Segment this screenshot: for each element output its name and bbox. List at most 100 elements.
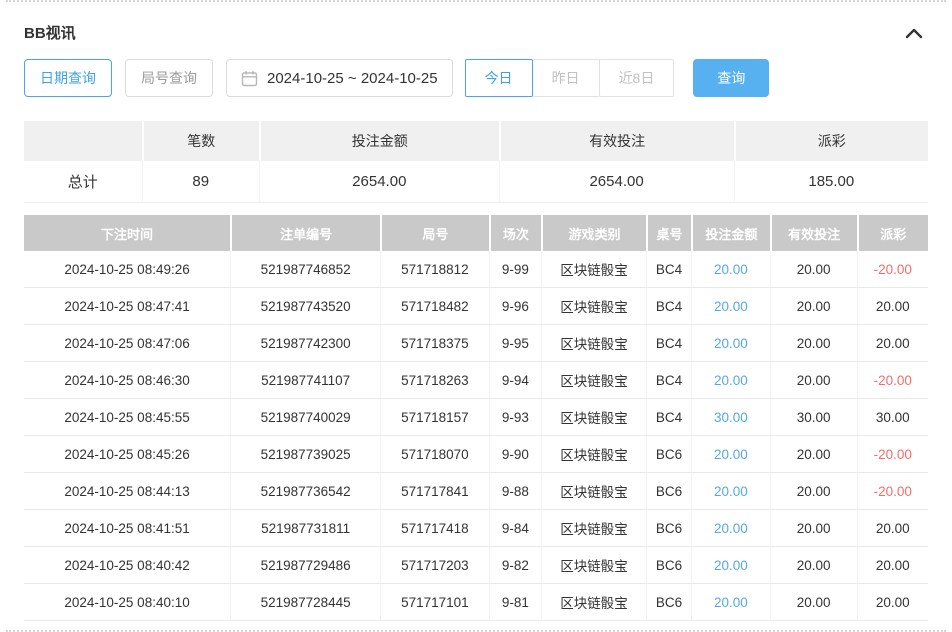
search-button[interactable]: 查询 — [693, 59, 769, 97]
cell-bet-time: 2024-10-25 08:45:26 — [24, 436, 230, 473]
quick-last8days-button[interactable]: 近8日 — [599, 59, 675, 97]
cell-game-type: 区块链骰宝 — [541, 362, 646, 399]
summary-total-payout: 185.00 — [734, 161, 928, 203]
header-order-no: 注单编号 — [230, 215, 380, 251]
betting-records-page: BB视讯 日期查询 局号查询 2024-10-25 ~ 2024-10-25 今… — [0, 0, 952, 632]
cell-game-type: 区块链骰宝 — [541, 473, 646, 510]
header-game-type: 游戏类别 — [541, 215, 646, 251]
cell-order-no: 521987739025 — [230, 436, 380, 473]
cell-bet-time: 2024-10-25 08:40:42 — [24, 547, 230, 584]
table-row: 2024-10-25 08:44:13 521987736542 5717178… — [24, 473, 928, 510]
cell-round-no: 571717203 — [380, 547, 488, 584]
cell-payout: -20.00 — [857, 436, 928, 473]
cell-bet-amount-link[interactable]: 20.00 — [691, 510, 770, 547]
cell-bet-time: 2024-10-25 08:47:41 — [24, 288, 230, 325]
cell-session: 9-99 — [489, 251, 541, 288]
cell-order-no: 521987736542 — [230, 473, 380, 510]
cell-payout: 30.00 — [857, 399, 928, 436]
collapse-chevron-up-icon[interactable] — [904, 26, 924, 40]
cell-bet-amount-link[interactable]: 20.00 — [691, 288, 770, 325]
cell-table-no: BC6 — [646, 584, 691, 621]
cell-bet-amount-link[interactable]: 30.00 — [691, 399, 770, 436]
cell-order-no: 521987740029 — [230, 399, 380, 436]
cell-bet-amount-link[interactable]: 20.00 — [691, 584, 770, 621]
cell-valid-bet: 20.00 — [770, 325, 857, 362]
cell-session: 9-94 — [489, 362, 541, 399]
records-table-body: 2024-10-25 08:49:26 521987746852 5717188… — [24, 251, 928, 621]
cell-order-no: 521987743520 — [230, 288, 380, 325]
cell-session: 9-88 — [489, 473, 541, 510]
records-header-row: 下注时间 注单编号 局号 场次 游戏类别 桌号 投注金额 有效投注 派彩 — [24, 215, 928, 251]
table-row: 2024-10-25 08:46:30 521987741107 5717182… — [24, 362, 928, 399]
cell-valid-bet: 20.00 — [770, 584, 857, 621]
cell-game-type: 区块链骰宝 — [541, 510, 646, 547]
cell-bet-amount-link[interactable]: 20.00 — [691, 473, 770, 510]
summary-header-blank — [24, 121, 142, 161]
round-query-tab[interactable]: 局号查询 — [125, 59, 213, 97]
header-bet-amount: 投注金额 — [691, 215, 770, 251]
table-row: 2024-10-25 08:40:42 521987729486 5717172… — [24, 547, 928, 584]
summary-header-payout: 派彩 — [734, 121, 928, 161]
cell-bet-amount-link[interactable]: 20.00 — [691, 251, 770, 288]
cell-round-no: 571717841 — [380, 473, 488, 510]
cell-table-no: BC6 — [646, 473, 691, 510]
cell-payout: 20.00 — [857, 547, 928, 584]
cell-bet-amount-link[interactable]: 20.00 — [691, 547, 770, 584]
table-row: 2024-10-25 08:45:26 521987739025 5717180… — [24, 436, 928, 473]
cell-payout: 20.00 — [857, 288, 928, 325]
cell-bet-time: 2024-10-25 08:46:30 — [24, 362, 230, 399]
table-row: 2024-10-25 08:40:10 521987728445 5717171… — [24, 584, 928, 621]
cell-table-no: BC4 — [646, 325, 691, 362]
cell-valid-bet: 20.00 — [770, 473, 857, 510]
table-row: 2024-10-25 08:45:55 521987740029 5717181… — [24, 399, 928, 436]
filter-bar: 日期查询 局号查询 2024-10-25 ~ 2024-10-25 今日 昨日 … — [0, 53, 952, 97]
table-row: 2024-10-25 08:47:41 521987743520 5717184… — [24, 288, 928, 325]
cell-bet-amount-link[interactable]: 20.00 — [691, 436, 770, 473]
section-header: BB视讯 — [0, 2, 952, 53]
cell-game-type: 区块链骰宝 — [541, 399, 646, 436]
header-round-no: 局号 — [380, 215, 488, 251]
date-query-tab[interactable]: 日期查询 — [24, 59, 112, 97]
table-row: 2024-10-25 08:47:06 521987742300 5717183… — [24, 325, 928, 362]
header-valid-bet: 有效投注 — [770, 215, 857, 251]
cell-bet-time: 2024-10-25 08:45:55 — [24, 399, 230, 436]
cell-order-no: 521987729486 — [230, 547, 380, 584]
quick-yesterday-button[interactable]: 昨日 — [532, 59, 600, 97]
summary-header-row: 笔数 投注金额 有效投注 派彩 — [24, 121, 928, 161]
header-table-no: 桌号 — [646, 215, 691, 251]
page-title: BB视讯 — [24, 22, 76, 43]
quick-today-button[interactable]: 今日 — [465, 59, 533, 97]
header-bet-time: 下注时间 — [24, 215, 230, 251]
cell-round-no: 571718157 — [380, 399, 488, 436]
cell-payout: 20.00 — [857, 325, 928, 362]
cell-round-no: 571717418 — [380, 510, 488, 547]
cell-session: 9-82 — [489, 547, 541, 584]
date-range-input[interactable]: 2024-10-25 ~ 2024-10-25 — [226, 59, 453, 97]
cell-bet-time: 2024-10-25 08:40:10 — [24, 584, 230, 621]
cell-round-no: 571718263 — [380, 362, 488, 399]
summary-total-row: 总计 89 2654.00 2654.00 185.00 — [24, 161, 928, 203]
cell-bet-time: 2024-10-25 08:41:51 — [24, 510, 230, 547]
cell-valid-bet: 20.00 — [770, 510, 857, 547]
cell-game-type: 区块链骰宝 — [541, 325, 646, 362]
cell-bet-amount-link[interactable]: 20.00 — [691, 325, 770, 362]
cell-payout: 20.00 — [857, 584, 928, 621]
cell-order-no: 521987728445 — [230, 584, 380, 621]
cell-valid-bet: 30.00 — [770, 399, 857, 436]
cell-game-type: 区块链骰宝 — [541, 584, 646, 621]
cell-payout: -20.00 — [857, 473, 928, 510]
cell-game-type: 区块链骰宝 — [541, 288, 646, 325]
cell-table-no: BC4 — [646, 288, 691, 325]
cell-session: 9-96 — [489, 288, 541, 325]
cell-valid-bet: 20.00 — [770, 251, 857, 288]
cell-session: 9-81 — [489, 584, 541, 621]
calendar-icon — [241, 70, 258, 87]
cell-order-no: 521987741107 — [230, 362, 380, 399]
summary-header-count: 笔数 — [142, 121, 260, 161]
cell-game-type: 区块链骰宝 — [541, 547, 646, 584]
cell-table-no: BC6 — [646, 547, 691, 584]
cell-round-no: 571718812 — [380, 251, 488, 288]
cell-table-no: BC4 — [646, 399, 691, 436]
table-row: 2024-10-25 08:49:26 521987746852 5717188… — [24, 251, 928, 288]
cell-bet-amount-link[interactable]: 20.00 — [691, 362, 770, 399]
